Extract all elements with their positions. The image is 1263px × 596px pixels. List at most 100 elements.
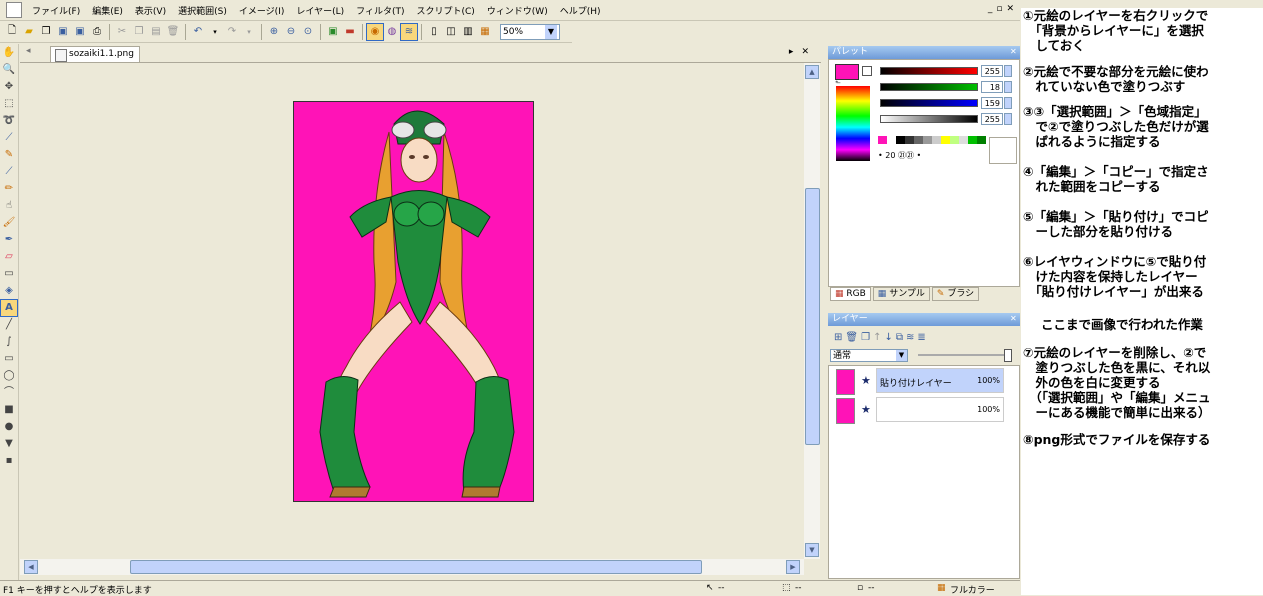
- menu-file[interactable]: ファイル(F): [26, 4, 86, 17]
- alpha-channel-value[interactable]: 255: [981, 113, 1003, 125]
- layer-visible-icon[interactable]: ★: [861, 403, 871, 416]
- paste-icon[interactable]: ▤: [148, 24, 164, 40]
- pen-tool-icon[interactable]: ✎: [1, 147, 17, 163]
- blue-channel-slider[interactable]: 159: [880, 97, 1012, 111]
- layer-down-icon[interactable]: ↓: [884, 332, 892, 343]
- tab-scroll-left-icon[interactable]: ◂: [26, 46, 31, 56]
- brush-size-list[interactable]: • 20 ㉑㉑ •: [878, 150, 986, 162]
- undo-icon[interactable]: ↶: [190, 24, 206, 40]
- redo-icon[interactable]: ↷: [224, 24, 240, 40]
- color-wheel-icon[interactable]: ◍: [384, 24, 400, 40]
- swatch[interactable]: [932, 136, 941, 144]
- hand-tool-icon[interactable]: ✋: [1, 45, 17, 61]
- green-channel-spinner[interactable]: [1004, 81, 1012, 93]
- zoom-select[interactable]: 50% ▼: [500, 23, 560, 40]
- fill-tool-icon[interactable]: ◈: [1, 283, 17, 299]
- gradient-tool-icon[interactable]: ▭: [1, 266, 17, 282]
- horizontal-scrollbar[interactable]: ◀ ▶: [20, 559, 804, 575]
- scroll-left-icon[interactable]: ◀: [24, 560, 38, 574]
- menu-edit[interactable]: 編集(E): [86, 4, 129, 17]
- rect-select-tool-icon[interactable]: ⬚: [1, 96, 17, 112]
- palette-close-icon[interactable]: ✕: [1010, 47, 1017, 56]
- merge-layer-icon[interactable]: ⧉: [896, 332, 903, 343]
- image-canvas[interactable]: [293, 101, 534, 502]
- red-channel-spinner[interactable]: [1004, 65, 1012, 77]
- green-channel-value[interactable]: 18: [981, 81, 1003, 93]
- eyedropper-tool-icon[interactable]: ⟋: [1, 164, 17, 180]
- airbrush-tool-icon[interactable]: ✒: [1, 232, 17, 248]
- swatch[interactable]: [887, 136, 896, 144]
- tab-close-icon[interactable]: ✕: [801, 47, 817, 57]
- swatch[interactable]: [941, 136, 950, 144]
- polygon-tool-icon[interactable]: ⌒: [1, 385, 17, 401]
- zoom-tool-icon[interactable]: 🔍: [1, 62, 17, 78]
- menu-image[interactable]: イメージ(I): [233, 4, 291, 17]
- swatch[interactable]: [905, 136, 914, 144]
- curve-tool-icon[interactable]: ∫: [1, 334, 17, 350]
- new-layer-icon[interactable]: ⊞: [834, 332, 842, 343]
- vertical-scrollbar[interactable]: ▲ ▼: [804, 63, 820, 559]
- scroll-up-icon[interactable]: ▲: [805, 65, 819, 79]
- menu-filter[interactable]: フィルタ(T): [350, 4, 410, 17]
- layer-settings-icon[interactable]: ≣: [917, 332, 925, 343]
- menu-help[interactable]: ヘルプ(H): [554, 4, 607, 17]
- background-color-swatch[interactable]: [862, 66, 872, 76]
- menu-layer[interactable]: レイヤー(L): [290, 4, 350, 17]
- brush-tool-icon[interactable]: 🖌: [1, 215, 17, 231]
- restore-icon[interactable]: ▫: [996, 4, 1006, 14]
- horizontal-scroll-thumb[interactable]: [130, 560, 702, 574]
- tab-rgb[interactable]: ▦ RGB: [830, 287, 871, 301]
- color-spectrum-picker[interactable]: [836, 86, 870, 161]
- tab-brush[interactable]: ✎ ブラシ: [931, 287, 980, 301]
- blend-mode-select[interactable]: 通常 ▼: [830, 349, 908, 362]
- red-channel-value[interactable]: 255: [981, 65, 1003, 77]
- swatch[interactable]: [878, 136, 887, 144]
- text-tool-icon[interactable]: A: [0, 299, 18, 317]
- new-file-icon[interactable]: 🗋: [4, 24, 20, 40]
- swatch[interactable]: [923, 136, 932, 144]
- tab-sample[interactable]: ▦ サンプル: [872, 287, 930, 301]
- move-tool-icon[interactable]: ✥: [1, 79, 17, 95]
- current-color-swatch[interactable]: [835, 64, 859, 80]
- image-icon[interactable]: ▣: [325, 24, 341, 40]
- layer-properties-icon[interactable]: ≋: [906, 332, 914, 343]
- filled-rect-tool-icon[interactable]: ■: [1, 402, 17, 418]
- open-folder-icon[interactable]: ▰: [21, 24, 37, 40]
- ellipse-tool-icon[interactable]: ◯: [1, 368, 17, 384]
- delete-icon[interactable]: 🗑: [165, 24, 181, 40]
- alpha-channel-spinner[interactable]: [1004, 113, 1012, 125]
- layer-item[interactable]: ★ 100%: [829, 396, 1019, 424]
- stamp-tool-icon[interactable]: ▼: [1, 436, 17, 452]
- scroll-right-icon[interactable]: ▶: [786, 560, 800, 574]
- layer-panel-title[interactable]: レイヤー: [828, 313, 1020, 326]
- save-icon[interactable]: ▣: [55, 24, 71, 40]
- zoom-out-icon[interactable]: ⊖: [283, 24, 299, 40]
- view-double-icon[interactable]: ◫: [443, 24, 459, 40]
- swatch[interactable]: [977, 136, 986, 144]
- layer-visible-icon[interactable]: ★: [861, 374, 871, 387]
- zoom-in-icon[interactable]: ⊕: [266, 24, 282, 40]
- redo-dropdown-icon[interactable]: ▾: [241, 24, 257, 40]
- tab-next-icon[interactable]: ▸: [789, 47, 802, 57]
- layer-opacity-handle[interactable]: [1004, 349, 1012, 362]
- vertical-scroll-thumb[interactable]: [805, 188, 820, 445]
- green-channel-bar[interactable]: [880, 83, 978, 91]
- line-tool-icon[interactable]: ╱: [1, 317, 17, 333]
- tab-document[interactable]: sozaiki1.1.png: [50, 46, 140, 62]
- swatch[interactable]: [914, 136, 923, 144]
- finger-tool-icon[interactable]: ☝: [1, 198, 17, 214]
- close-icon[interactable]: ✕: [1006, 4, 1018, 14]
- red-channel-bar[interactable]: [880, 67, 978, 75]
- chevron-down-icon[interactable]: ▼: [545, 24, 557, 39]
- layer-opacity-slider[interactable]: [918, 354, 1010, 356]
- view-single-icon[interactable]: ▯: [426, 24, 442, 40]
- cut-icon[interactable]: ✂: [114, 24, 130, 40]
- swatch[interactable]: [896, 136, 905, 144]
- color-swatch-icon[interactable]: ▪: [1, 453, 17, 469]
- layer-close-icon[interactable]: ✕: [1010, 314, 1017, 323]
- duplicate-layer-icon[interactable]: ❐: [861, 332, 870, 343]
- red-channel-slider[interactable]: 255: [880, 65, 1012, 79]
- rectangle-tool-icon[interactable]: ▭: [1, 351, 17, 367]
- menu-selection[interactable]: 選択範囲(S): [172, 4, 233, 17]
- layer-window-icon[interactable]: ≋: [400, 22, 418, 41]
